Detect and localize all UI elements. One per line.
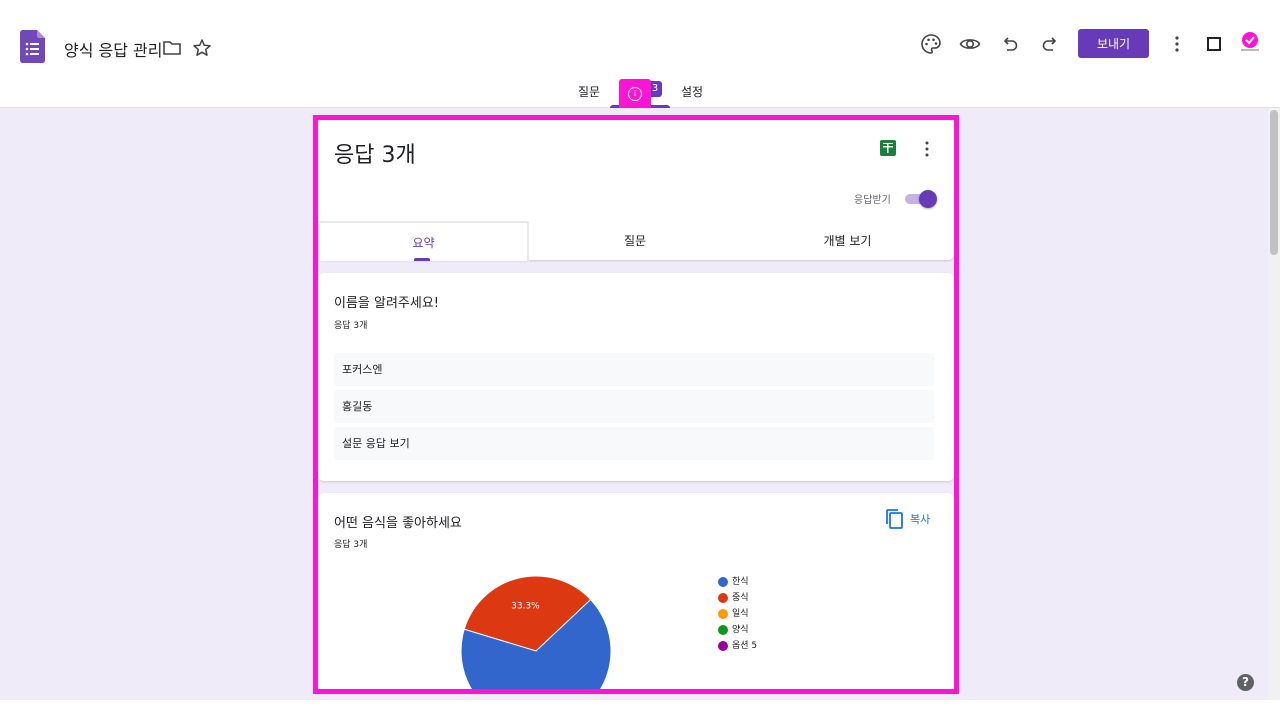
response-count: 응답 3개 <box>334 540 368 550</box>
answer-item: 포커스엔 <box>334 353 934 386</box>
legend-item: 한식 <box>718 575 757 591</box>
google-forms-logo-icon[interactable] <box>20 30 45 63</box>
help-button[interactable]: ? <box>1237 674 1254 691</box>
scrollbar-thumb[interactable] <box>1270 110 1278 255</box>
chart-legend: 한식중식일식양식옵션 5 <box>718 575 757 655</box>
google-sheets-icon[interactable] <box>879 139 897 157</box>
legend-label: 한식 <box>732 577 749 587</box>
responses-title: 응답 3개 <box>334 143 416 168</box>
star-icon[interactable] <box>192 38 212 58</box>
tab-individual[interactable]: 개별 보기 <box>741 221 954 261</box>
question-title: 어떤 음식을 좋아하세요 <box>334 516 462 531</box>
question-card: 이름을 알려주세요! 응답 3개 포커스엔 홍길동 설문 응답 보기 <box>318 273 954 481</box>
accepting-responses-label: 응답받기 <box>854 195 891 206</box>
account-avatar[interactable] <box>1239 31 1261 53</box>
response-count: 응답 3개 <box>334 321 368 331</box>
answer-item: 홍길동 <box>334 390 934 423</box>
tab-summary-label: 요약 <box>412 236 435 250</box>
responses-view-tabs: 요약 질문 개별 보기 <box>318 221 954 261</box>
question-title: 이름을 알려주세요! <box>334 296 440 311</box>
document-title[interactable]: 양식 응답 관리 <box>64 37 163 61</box>
legend-label: 양식 <box>732 625 749 635</box>
pie-chart: 33.3% <box>460 575 612 689</box>
legend-label: 일식 <box>732 609 749 619</box>
tab-settings[interactable]: 설정 <box>681 83 703 100</box>
preview-eye-icon[interactable] <box>959 33 981 55</box>
legend-color-dot <box>718 577 728 587</box>
undo-icon[interactable] <box>999 33 1021 55</box>
scrollbar[interactable] <box>1268 108 1280 700</box>
bottom-strip <box>0 700 1280 720</box>
toggle-knob <box>919 190 937 208</box>
accepting-responses-toggle[interactable] <box>903 190 937 208</box>
tab-questions[interactable]: 질문 <box>578 83 600 100</box>
copy-label: 복사 <box>910 513 931 526</box>
legend-color-dot <box>718 641 728 651</box>
answer-item: 설문 응답 보기 <box>334 427 934 460</box>
folder-icon[interactable] <box>162 38 182 58</box>
legend-item: 옵션 5 <box>718 639 757 655</box>
more-options-icon[interactable] <box>1166 33 1188 55</box>
copy-chart-button[interactable]: 복사 <box>884 507 936 531</box>
highlight-marker: i <box>619 79 651 115</box>
pie-data-label: 33.3% <box>511 602 540 612</box>
redo-icon[interactable] <box>1039 33 1061 55</box>
legend-color-dot <box>718 625 728 635</box>
palette-icon[interactable] <box>920 33 942 55</box>
copy-icon <box>886 509 903 529</box>
legend-label: 옵션 5 <box>732 641 758 651</box>
legend-item: 중식 <box>718 591 757 607</box>
responses-panel: 응답 3개 응답받기 요약 질문 개별 보기 이름을 알려주세요! 응답 3개 … <box>313 115 959 694</box>
send-button[interactable]: 보내기 <box>1078 29 1149 58</box>
more-options-icon[interactable] <box>925 141 929 157</box>
legend-color-dot <box>718 609 728 619</box>
tab-summary[interactable]: 요약 <box>318 221 529 261</box>
legend-label: 중식 <box>732 593 749 603</box>
window-square-icon[interactable] <box>1203 33 1225 55</box>
legend-item: 일식 <box>718 607 757 623</box>
legend-item: 양식 <box>718 623 757 639</box>
tab-question[interactable]: 질문 <box>529 221 741 261</box>
question-card: 어떤 음식을 좋아하세요 응답 3개 복사 33.3% 한식중식일식양식옵션 5 <box>318 493 954 689</box>
tab-active-indicator <box>414 258 430 261</box>
responses-summary-card: 응답 3개 응답받기 요약 질문 개별 보기 <box>318 120 954 261</box>
legend-color-dot <box>718 593 728 603</box>
info-icon: i <box>628 87 642 101</box>
